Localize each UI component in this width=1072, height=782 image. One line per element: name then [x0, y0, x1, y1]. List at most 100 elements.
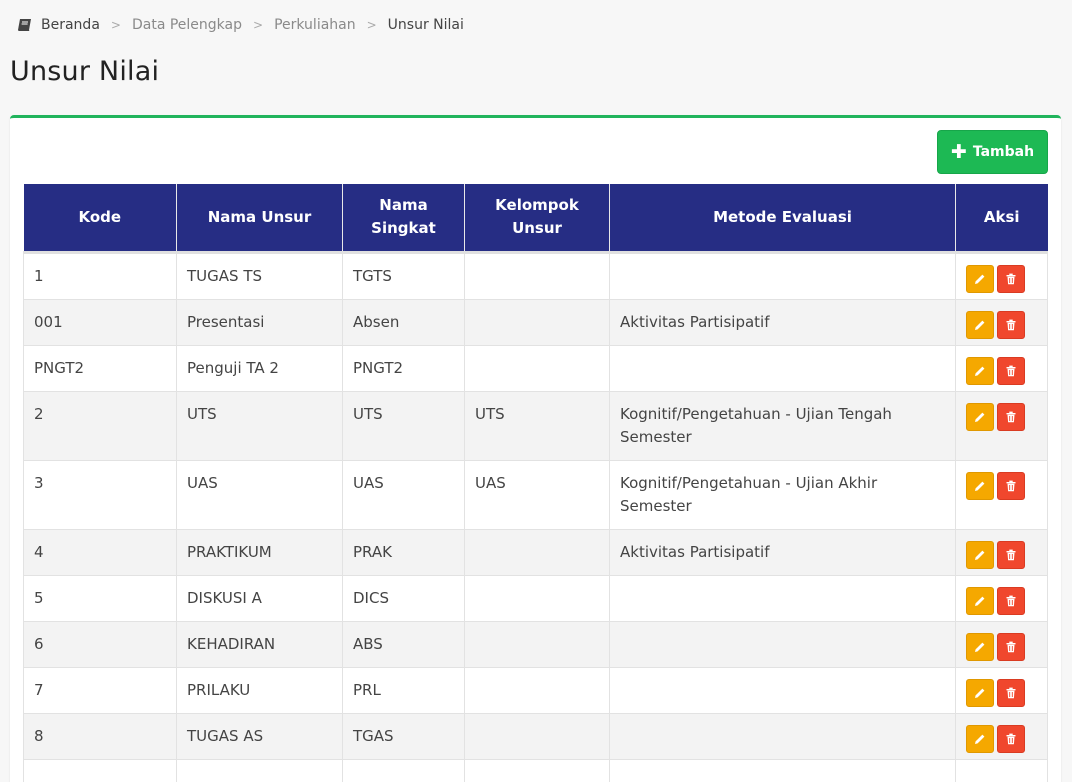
trash-icon: [1006, 365, 1016, 376]
breadcrumb-home-label: Beranda: [41, 17, 100, 33]
table-row: 6 KEHADIRAN ABS: [23, 620, 1048, 668]
cell-kode: 1: [23, 250, 177, 300]
column-header-metode-evaluasi[interactable]: Metode Evaluasi: [609, 184, 956, 252]
breadcrumb-home[interactable]: Beranda: [17, 17, 100, 33]
cell-nama-unsur: UTS: [176, 390, 343, 461]
table-row: 3 UAS UAS UAS Kognitif/Pengetahuan - Ujian A…: [23, 459, 1048, 530]
delete-button[interactable]: [997, 402, 1025, 431]
table-row: 2 UTS UTS UTS Kognitif/Pengetahuan - Ujian T…: [23, 390, 1048, 461]
cell-kelompok-unsur: [464, 250, 610, 300]
table-header-row: Kode Nama Unsur Nama Singkat Kelompok Un…: [23, 184, 1048, 252]
table-row: 1 TUGAS TS TGTS: [23, 250, 1048, 300]
cell-nama-unsur: PRAKTIKUM: [176, 528, 343, 576]
cell-nama-singkat: [342, 758, 465, 782]
plus-icon: ✚: [950, 140, 967, 163]
trash-icon: [1006, 411, 1016, 422]
cell-nama-unsur: TUGAS TS: [176, 250, 343, 300]
cell-aksi: [955, 712, 1048, 760]
column-header-kelompok-unsur[interactable]: Kelompok Unsur: [464, 184, 610, 252]
pencil-icon: [975, 734, 985, 744]
breadcrumb-data-pelengkap[interactable]: Data Pelengkap: [132, 17, 242, 33]
cell-kelompok-unsur: [464, 620, 610, 668]
pencil-icon: [975, 688, 985, 698]
pencil-icon: [975, 481, 985, 491]
cell-nama-singkat: PRL: [342, 666, 465, 714]
delete-button[interactable]: [997, 471, 1025, 500]
trash-icon: [1006, 480, 1016, 491]
book-icon: [18, 19, 31, 31]
cell-nama-singkat: ABS: [342, 620, 465, 668]
column-header-nama-unsur[interactable]: Nama Unsur: [176, 184, 343, 252]
cell-kode: 6: [23, 620, 177, 668]
delete-button[interactable]: [997, 310, 1025, 339]
cell-aksi: [955, 459, 1048, 530]
edit-button[interactable]: [966, 678, 994, 707]
delete-button[interactable]: [997, 264, 1025, 293]
cell-kelompok-unsur: [464, 666, 610, 714]
edit-button[interactable]: [966, 310, 994, 339]
cell-kode: 7: [23, 666, 177, 714]
column-header-nama-singkat[interactable]: Nama Singkat: [342, 184, 465, 252]
trash-icon: [1006, 273, 1016, 284]
table-row: 8 TUGAS AS TGAS: [23, 712, 1048, 760]
cell-kelompok-unsur: UAS: [464, 459, 610, 530]
cell-metode-evaluasi: Kognitif/Pengetahuan - Ujian Tengah Seme…: [609, 390, 956, 461]
breadcrumb-separator: >: [366, 18, 377, 32]
add-button[interactable]: ✚ Tambah: [937, 130, 1048, 174]
cell-nama-singkat: UTS: [342, 390, 465, 461]
edit-button[interactable]: [966, 356, 994, 385]
table-row: PNGT2 Penguji TA 2 PNGT2: [23, 344, 1048, 392]
breadcrumb-perkuliahan[interactable]: Perkuliahan: [274, 17, 356, 33]
cell-metode-evaluasi: Kognitif/Pengetahuan - Ujian Akhir Semes…: [609, 459, 956, 530]
table-row: 001 Presentasi Absen Aktivitas Partisipatif: [23, 298, 1048, 346]
cell-nama-singkat: PNGT2: [342, 344, 465, 392]
pencil-icon: [975, 320, 985, 330]
delete-button[interactable]: [997, 632, 1025, 661]
edit-button[interactable]: [966, 402, 994, 431]
cell-aksi: [955, 620, 1048, 668]
cell-aksi: [955, 344, 1048, 392]
pencil-icon: [975, 274, 985, 284]
cell-nama-unsur: UAS: [176, 459, 343, 530]
cell-kode: 4: [23, 528, 177, 576]
pencil-icon: [975, 596, 985, 606]
delete-button[interactable]: [997, 356, 1025, 385]
delete-button[interactable]: [997, 724, 1025, 753]
breadcrumb-separator: >: [253, 18, 264, 32]
edit-button[interactable]: [966, 471, 994, 500]
column-header-kode[interactable]: Kode: [23, 184, 177, 252]
edit-button[interactable]: [966, 586, 994, 615]
cell-kelompok-unsur: [464, 298, 610, 346]
delete-button[interactable]: [997, 678, 1025, 707]
delete-button[interactable]: [997, 540, 1025, 569]
delete-button[interactable]: [997, 586, 1025, 615]
page-title: Unsur Nilai: [10, 56, 160, 87]
trash-icon: [1006, 549, 1016, 560]
cell-kelompok-unsur: UTS: [464, 390, 610, 461]
breadcrumb-current: Unsur Nilai: [387, 17, 464, 33]
edit-button[interactable]: [966, 540, 994, 569]
edit-button[interactable]: [966, 632, 994, 661]
cell-kode: 3: [23, 459, 177, 530]
table-row: 5 DISKUSI A DICS: [23, 574, 1048, 622]
cell-kelompok-unsur: [464, 758, 610, 782]
trash-icon: [1006, 595, 1016, 606]
cell-aksi: [955, 574, 1048, 622]
pencil-icon: [975, 412, 985, 422]
cell-kode: 2: [23, 390, 177, 461]
cell-metode-evaluasi: Aktivitas Partisipatif: [609, 298, 956, 346]
trash-icon: [1006, 733, 1016, 744]
cell-aksi: [955, 250, 1048, 300]
edit-button[interactable]: [966, 724, 994, 753]
trash-icon: [1006, 641, 1016, 652]
edit-button[interactable]: [966, 264, 994, 293]
table-body: 1 TUGAS TS TGTS 001 Presentasi Absen Aktivitas…: [23, 250, 1048, 782]
cell-metode-evaluasi: [609, 758, 956, 782]
cell-nama-unsur: TUGAS AS: [176, 712, 343, 760]
cell-aksi: [955, 758, 1048, 782]
content-panel: ✚ Tambah Kode Nama Unsur Nama Singkat Ke…: [10, 115, 1061, 782]
cell-metode-evaluasi: Aktivitas Partisipatif: [609, 528, 956, 576]
trash-icon: [1006, 319, 1016, 330]
cell-metode-evaluasi: [609, 574, 956, 622]
cell-aksi: [955, 528, 1048, 576]
